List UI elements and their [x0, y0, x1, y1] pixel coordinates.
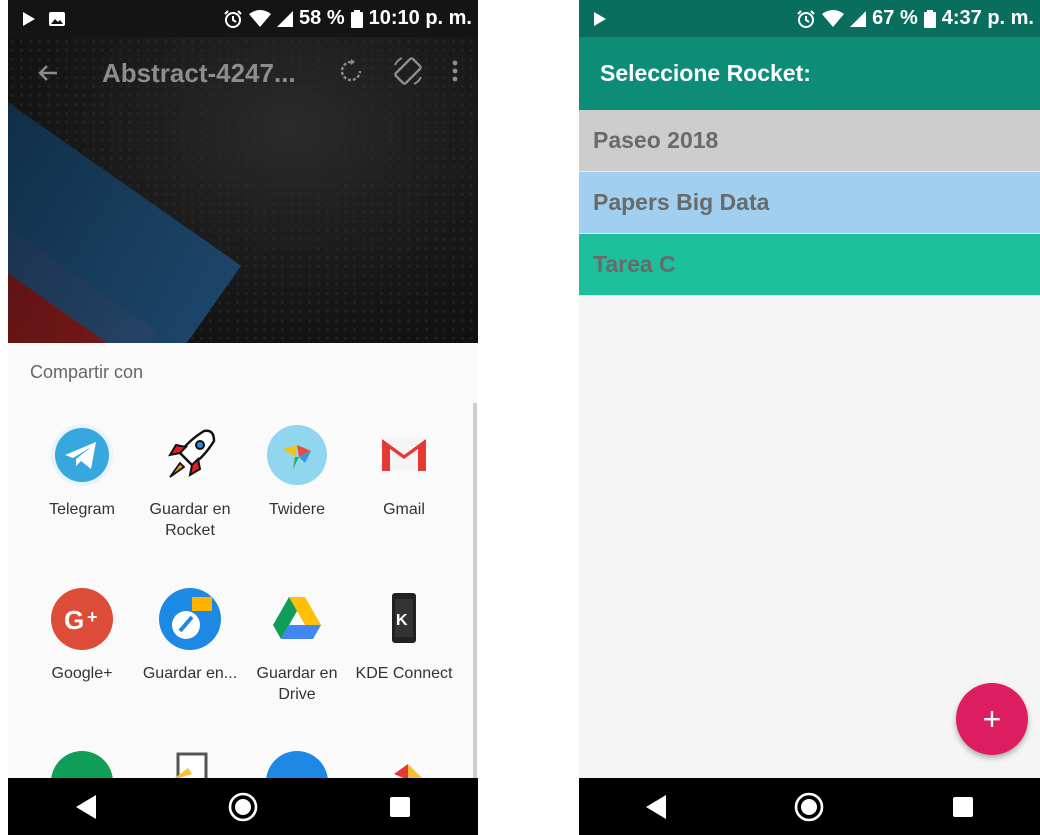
status-bar: 58 % 10:10 p. m.: [8, 0, 478, 37]
rocket-item-papers-big-data[interactable]: Papers Big Data: [579, 172, 1040, 234]
more-options-icon[interactable]: [452, 59, 458, 88]
play-store-icon: [22, 11, 36, 27]
back-arrow-icon[interactable]: [30, 55, 66, 91]
share-app-partial-4[interactable]: [349, 750, 459, 778]
rocket-item-tarea-c[interactable]: Tarea C: [579, 234, 1040, 296]
signal-icon: [277, 10, 294, 27]
wifi-icon: [822, 9, 845, 28]
battery-icon: [350, 9, 363, 28]
home-nav-icon[interactable]: [223, 787, 263, 827]
save-to-icon: [158, 587, 222, 651]
add-rocket-button[interactable]: +: [956, 683, 1028, 755]
status-time: 10:10 p. m.: [368, 7, 472, 29]
plus-icon: +: [982, 701, 1002, 737]
share-app-partial-1[interactable]: [27, 750, 137, 778]
share-app-telegram[interactable]: Telegram: [27, 423, 137, 520]
back-nav-icon[interactable]: [66, 787, 106, 827]
drive-icon: [265, 587, 329, 651]
share-app-partial-2[interactable]: [135, 750, 245, 778]
wifi-icon: [249, 9, 272, 28]
rocket-list: Paseo 2018 Papers Big Data Tarea C: [579, 110, 1040, 296]
viewer-toolbar: Abstract-4247...: [8, 37, 478, 109]
clipboard-icon: [158, 750, 222, 778]
navigation-bar: [579, 778, 1040, 835]
share-app-gmail[interactable]: Gmail: [349, 423, 459, 520]
telegram-icon: [50, 423, 114, 487]
image-viewer: Abstract-4247...: [8, 37, 478, 343]
svg-text:G: G: [64, 605, 84, 635]
battery-percent: 58 %: [299, 7, 345, 29]
recents-nav-icon[interactable]: [943, 787, 983, 827]
share-app-twidere[interactable]: Twidere: [242, 423, 352, 520]
share-scrollbar[interactable]: [473, 403, 477, 778]
share-app-grid: Telegram Guardar en Rocket Twidere Gmail…: [8, 405, 474, 778]
kde-connect-icon: K: [372, 587, 436, 651]
messages-icon: [265, 750, 329, 778]
rocket-icon: [158, 423, 222, 487]
google-plus-icon: G +: [50, 587, 114, 651]
battery-icon: [923, 9, 936, 28]
share-app-google-plus[interactable]: G + Google+: [27, 587, 137, 684]
play-store-icon: [593, 11, 607, 27]
hangouts-icon: [50, 750, 114, 778]
alarm-icon: [223, 9, 243, 29]
home-nav-icon[interactable]: [789, 787, 829, 827]
image-notification-icon: [48, 11, 66, 27]
share-app-guardar-en-rocket[interactable]: Guardar en Rocket: [135, 423, 245, 541]
status-time: 4:37 p. m.: [941, 7, 1034, 29]
rocket-item-paseo-2018[interactable]: Paseo 2018: [579, 110, 1040, 172]
image-title: Abstract-4247...: [102, 57, 296, 88]
svg-text:K: K: [396, 612, 408, 629]
svg-text:+: +: [87, 607, 98, 627]
gmail-icon: [372, 423, 436, 487]
share-sheet-title: Compartir con: [30, 362, 144, 382]
share-app-partial-3[interactable]: [242, 750, 352, 778]
left-phone-screen: 58 % 10:10 p. m. Abstract-4247... Compar…: [8, 0, 478, 835]
back-nav-icon[interactable]: [636, 787, 676, 827]
app-bar-title: Seleccione Rocket:: [579, 37, 1040, 110]
share-app-guardar-en[interactable]: Guardar en...: [135, 587, 245, 684]
photos-icon: [372, 750, 436, 778]
recents-nav-icon[interactable]: [380, 787, 420, 827]
navigation-bar: [8, 778, 478, 835]
battery-percent: 67 %: [872, 7, 918, 29]
status-bar: 67 % 4:37 p. m.: [579, 0, 1040, 37]
signal-icon: [850, 10, 867, 27]
share-app-kde-connect[interactable]: K KDE Connect: [349, 587, 459, 684]
right-phone-screen: 67 % 4:37 p. m. Seleccione Rocket: Paseo…: [579, 0, 1040, 835]
rotate-icon[interactable]: [338, 58, 364, 89]
twidere-icon: [265, 423, 329, 487]
share-app-guardar-en-drive[interactable]: Guardar en Drive: [242, 587, 352, 705]
alarm-icon: [796, 9, 816, 29]
screen-rotation-icon[interactable]: [392, 55, 424, 92]
